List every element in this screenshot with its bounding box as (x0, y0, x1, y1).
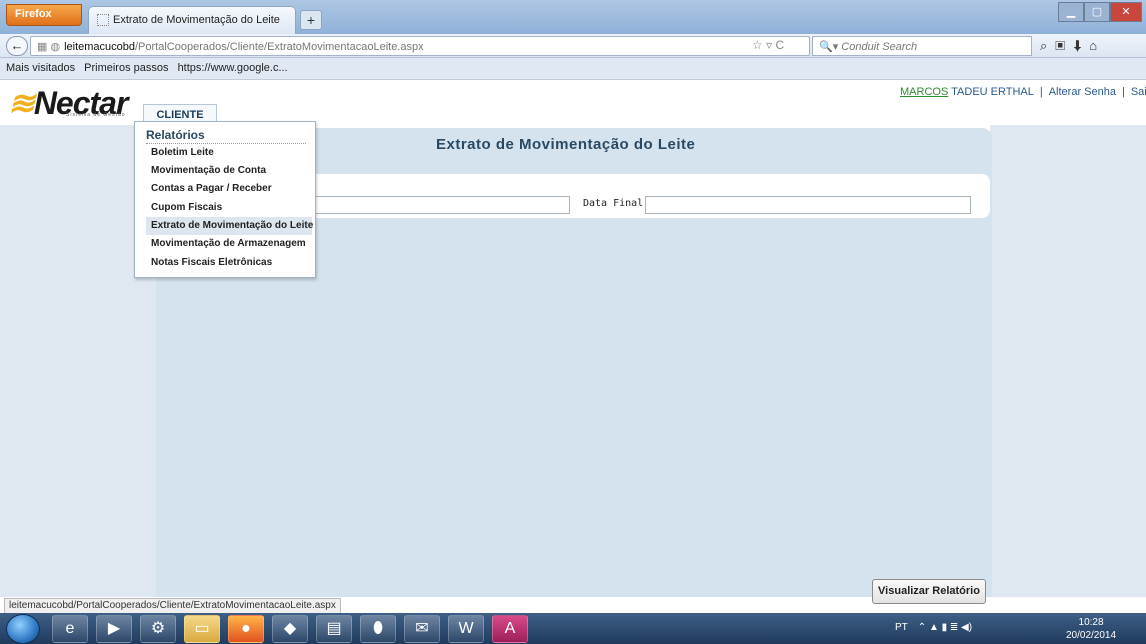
explorer-folder-icon[interactable]: ▭ (184, 615, 220, 643)
menu-item-notas-fiscais[interactable]: Notas Fiscais Eletrônicas (146, 254, 312, 272)
logo-subtitle: Sistema de Gestão (66, 112, 126, 118)
left-background (0, 125, 156, 597)
menu-item-boletim-leite[interactable]: Boletim Leite (146, 144, 312, 162)
dropdown-heading: Relatórios (146, 128, 306, 144)
start-date-field[interactable] (312, 196, 570, 214)
maximize-window-button[interactable]: ▢ (1084, 2, 1110, 22)
close-window-button[interactable]: ✕ (1110, 2, 1142, 22)
url-domain: leitemacucobd (64, 41, 135, 53)
menu-item-contas-pagar-receber[interactable]: Contas a Pagar / Receber (146, 180, 312, 198)
home-icon[interactable]: ⌂ (1089, 38, 1105, 53)
view-report-button[interactable]: Visualizar Relatório (872, 579, 986, 604)
tray-icons[interactable]: ⌃ ▲ ▮ ≣ ◀) (918, 622, 972, 633)
menu-item-movimentacao-conta[interactable]: Movimentação de Conta (146, 162, 312, 180)
url-lock-icon: ▦ ◍ (37, 41, 61, 53)
logout-link[interactable]: Sair (1131, 86, 1146, 98)
url-path: /PortalCooperados/Cliente/ExtratoMovimen… (135, 41, 424, 53)
tab-title: Extrato de Movimentação do Leite (113, 14, 280, 26)
language-indicator[interactable]: PT (895, 622, 908, 633)
outlook-icon[interactable]: ✉ (404, 615, 440, 643)
menu-item-extrato-leite[interactable]: Extrato de Movimentação do Leite (146, 217, 313, 235)
page-icon[interactable]: ▣ (1055, 38, 1073, 53)
bookmark-google[interactable]: https://www.google.c... (178, 62, 288, 74)
change-password-link[interactable]: Alterar Senha (1049, 86, 1116, 98)
search-engine-icon: 🔍▾ (819, 41, 842, 53)
minimize-window-button[interactable]: ▁ (1058, 2, 1084, 22)
right-background (990, 125, 1146, 597)
system-clock[interactable]: 10:28 20/02/2014 (1066, 616, 1116, 642)
search-input[interactable]: 🔍▾ Conduit Search (812, 36, 1032, 56)
browser-tab[interactable]: Extrato de Movimentação do Leite (88, 6, 296, 34)
back-arrow-icon[interactable]: ← (6, 36, 28, 56)
user-info: MARCOS TADEU ERTHAL|Alterar Senha|Sair (900, 86, 1146, 98)
internet-explorer-icon[interactable]: e (52, 615, 88, 643)
final-date-field[interactable] (645, 196, 971, 214)
access-icon[interactable]: A (492, 615, 528, 643)
bookmarks-bar: Mais visitados Primeiros passos https://… (0, 58, 1146, 80)
search-placeholder: Conduit Search (841, 41, 918, 53)
bookmark-primeiros-passos[interactable]: Primeiros passos (84, 62, 168, 74)
network-icon[interactable]: ⚙ (140, 615, 176, 643)
firefox-taskbar-icon[interactable]: ● (228, 615, 264, 643)
menu-item-cupom-fiscais[interactable]: Cupom Fiscais (146, 199, 312, 217)
clock-time: 10:28 (1078, 617, 1104, 628)
system-tray: PT ⌃ ▲ ▮ ≣ ◀) (895, 622, 972, 633)
media-player-icon[interactable]: ▶ (96, 615, 132, 643)
remote-desktop-icon[interactable]: ▤ (316, 615, 352, 643)
bookmark-mais-visitados[interactable]: Mais visitados (6, 62, 75, 74)
address-bar[interactable]: ▦ ◍ leitemacucobd/PortalCooperados/Client… (30, 36, 810, 56)
sticky-notes-icon[interactable]: ⬮ (360, 615, 396, 643)
firefox-menu-button[interactable]: Firefox (6, 4, 82, 26)
user-name-rest: TADEU ERTHAL (948, 86, 1034, 98)
status-bar: leitemacucobd/PortalCooperados/Cliente/E… (4, 598, 341, 614)
page-favicon-icon (97, 14, 109, 27)
app-icon[interactable]: ◆ (272, 615, 308, 643)
menu-item-armazenagem[interactable]: Movimentação de Armazenagem (146, 235, 312, 253)
user-name-link[interactable]: MARCOS (900, 86, 948, 98)
page-title: Extrato de Movimentação do Leite (436, 136, 696, 153)
toolbar-icons[interactable]: ⌕▣⬇⌂ (1040, 38, 1105, 54)
word-icon[interactable]: W (448, 615, 484, 643)
new-tab-button[interactable]: + (300, 10, 322, 30)
final-date-label: Data Final (583, 198, 644, 209)
download-icon[interactable]: ⬇ (1073, 38, 1089, 53)
start-button[interactable] (6, 614, 40, 644)
bookmark-star-icon[interactable]: ☆ ▿ C (752, 38, 784, 52)
clock-date: 20/02/2014 (1066, 630, 1117, 641)
search-icon[interactable]: ⌕ (1040, 38, 1055, 53)
